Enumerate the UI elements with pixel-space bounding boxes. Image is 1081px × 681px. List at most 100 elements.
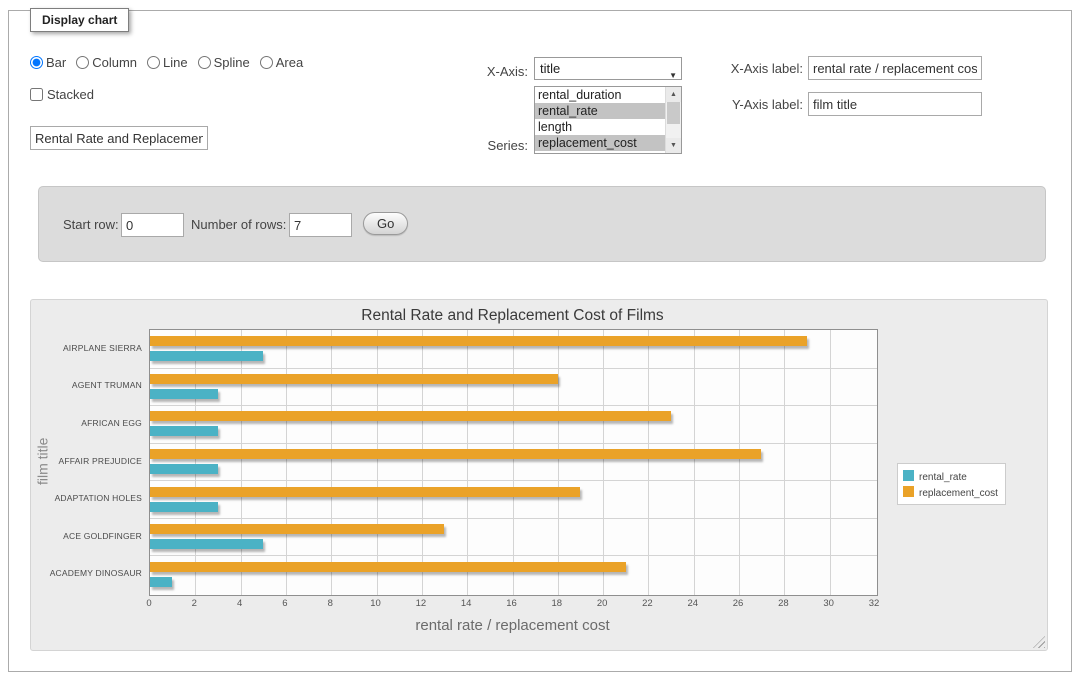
category-label: ADAPTATION HOLES [55,493,142,503]
stacked-option[interactable]: Stacked [30,87,94,102]
series-select-label: Series: [450,138,528,153]
chart-type-radio-spline[interactable] [198,56,211,69]
bar-replacement_cost [150,487,580,497]
x-tick-label: 12 [416,598,427,609]
bar-rental_rate [150,351,263,361]
bar-replacement_cost [150,411,671,421]
chart-title: Rental Rate and Replacement Cost of Film… [149,307,876,325]
start-row-input[interactable] [121,213,184,237]
x-tick-label: 16 [506,598,517,609]
category-label: ACADEMY DINOSAUR [50,568,142,578]
x-tick-label: 8 [328,598,333,609]
legend-swatch-icon [903,486,914,497]
category-label: ACE GOLDFINGER [63,531,142,541]
x-tick-label: 0 [146,598,151,609]
chart-panel: Rental Rate and Replacement Cost of Film… [30,299,1048,651]
x-tick-label: 14 [461,598,472,609]
legend-swatch-icon [903,470,914,481]
stacked-label: Stacked [47,87,94,102]
x-tick-label: 10 [370,598,381,609]
chart-type-option-area[interactable]: Area [260,55,303,70]
start-row-label: Start row: [63,217,119,232]
gridline-h [150,443,877,444]
chart-type-option-column[interactable]: Column [76,55,137,70]
chart-type-option-line[interactable]: Line [147,55,188,70]
chart-title-input[interactable] [30,126,208,150]
bar-rental_rate [150,577,172,587]
x-tick-label: 22 [642,598,653,609]
scroll-up-icon[interactable]: ▲ [666,87,681,102]
bar-rental_rate [150,539,263,549]
x-tick-label: 20 [597,598,608,609]
series-option-replacement_cost[interactable]: replacement_cost [535,135,666,151]
bar-rental_rate [150,502,218,512]
series-option-rental_duration[interactable]: rental_duration [535,87,666,103]
category-label: AIRPLANE SIERRA [63,343,142,353]
chart-type-options: Bar Column Line Spline Area [30,55,313,73]
go-button[interactable]: Go [363,212,408,235]
scroll-thumb[interactable] [667,102,680,124]
category-label: AFRICAN EGG [81,418,142,428]
bar-rental_rate [150,426,218,436]
legend-entry-rental_rate: rental_rate [903,468,998,484]
gridline-h [150,480,877,481]
x-tick-label: 30 [823,598,834,609]
select-dropdown-arrow-icon: ▼ [669,65,677,86]
panel-title: Display chart [30,8,129,32]
x-tick-label: 2 [192,598,197,609]
chart-type-radio-area[interactable] [260,56,273,69]
chart-type-radio-bar[interactable] [30,56,43,69]
bar-rental_rate [150,389,218,399]
x-tick-label: 18 [552,598,563,609]
bar-rental_rate [150,464,218,474]
x-tick-label: 24 [687,598,698,609]
bar-replacement_cost [150,524,444,534]
chart-type-option-bar[interactable]: Bar [30,55,66,70]
bar-replacement_cost [150,374,558,384]
number-of-rows-input[interactable] [289,213,352,237]
legend-label: rental_rate [919,472,967,483]
x-axis-label-label: X-Axis label: [712,61,803,76]
bar-replacement_cost [150,336,807,346]
x-axis-select[interactable]: title ▼ [534,57,682,80]
plot-area [149,329,878,596]
bar-replacement_cost [150,562,626,572]
series-option-length[interactable]: length [535,119,666,135]
gridline-h [150,368,877,369]
x-tick-label: 26 [733,598,744,609]
x-axis-title: rental rate / replacement cost [149,617,876,634]
series-listbox[interactable]: rental_durationrental_ratelengthreplacem… [534,86,682,154]
category-labels: AIRPLANE SIERRA AGENT TRUMAN AFRICAN EGG AF… [31,329,142,594]
series-listbox-items: rental_durationrental_ratelengthreplacem… [535,87,666,153]
bar-replacement_cost [150,449,761,459]
chart-type-label: Area [276,55,303,70]
gridline-h [150,555,877,556]
legend-label: replacement_cost [919,488,998,499]
chart-type-option-spline[interactable]: Spline [198,55,250,70]
x-tick-labels: 02468101214161820222426283032 [149,598,876,610]
x-axis-label-input[interactable] [808,56,982,80]
chart-type-radio-line[interactable] [147,56,160,69]
series-option-rental_rate[interactable]: rental_rate [535,103,666,119]
category-label: AGENT TRUMAN [72,380,142,390]
x-axis-select-label: X-Axis: [450,64,528,79]
x-axis-selected-value: title [540,61,560,76]
chart-legend: rental_rate replacement_cost [897,463,1006,505]
series-scrollbar[interactable]: ▲ ▼ [665,87,681,153]
chart-type-label: Line [163,55,188,70]
scroll-down-icon[interactable]: ▼ [666,138,681,153]
category-label: AFFAIR PREJUDICE [59,456,143,466]
chart-type-label: Column [92,55,137,70]
x-tick-label: 6 [282,598,287,609]
y-axis-label-label: Y-Axis label: [712,97,803,112]
gridline-h [150,518,877,519]
number-of-rows-label: Number of rows: [191,217,286,232]
x-tick-label: 32 [869,598,880,609]
gridline-h [150,405,877,406]
stacked-checkbox[interactable] [30,88,43,101]
chart-type-radio-column[interactable] [76,56,89,69]
rows-panel: Start row: Number of rows: Go [38,186,1046,262]
resize-handle-icon[interactable] [1033,636,1045,648]
y-axis-label-input[interactable] [808,92,982,116]
chart-type-label: Bar [46,55,66,70]
